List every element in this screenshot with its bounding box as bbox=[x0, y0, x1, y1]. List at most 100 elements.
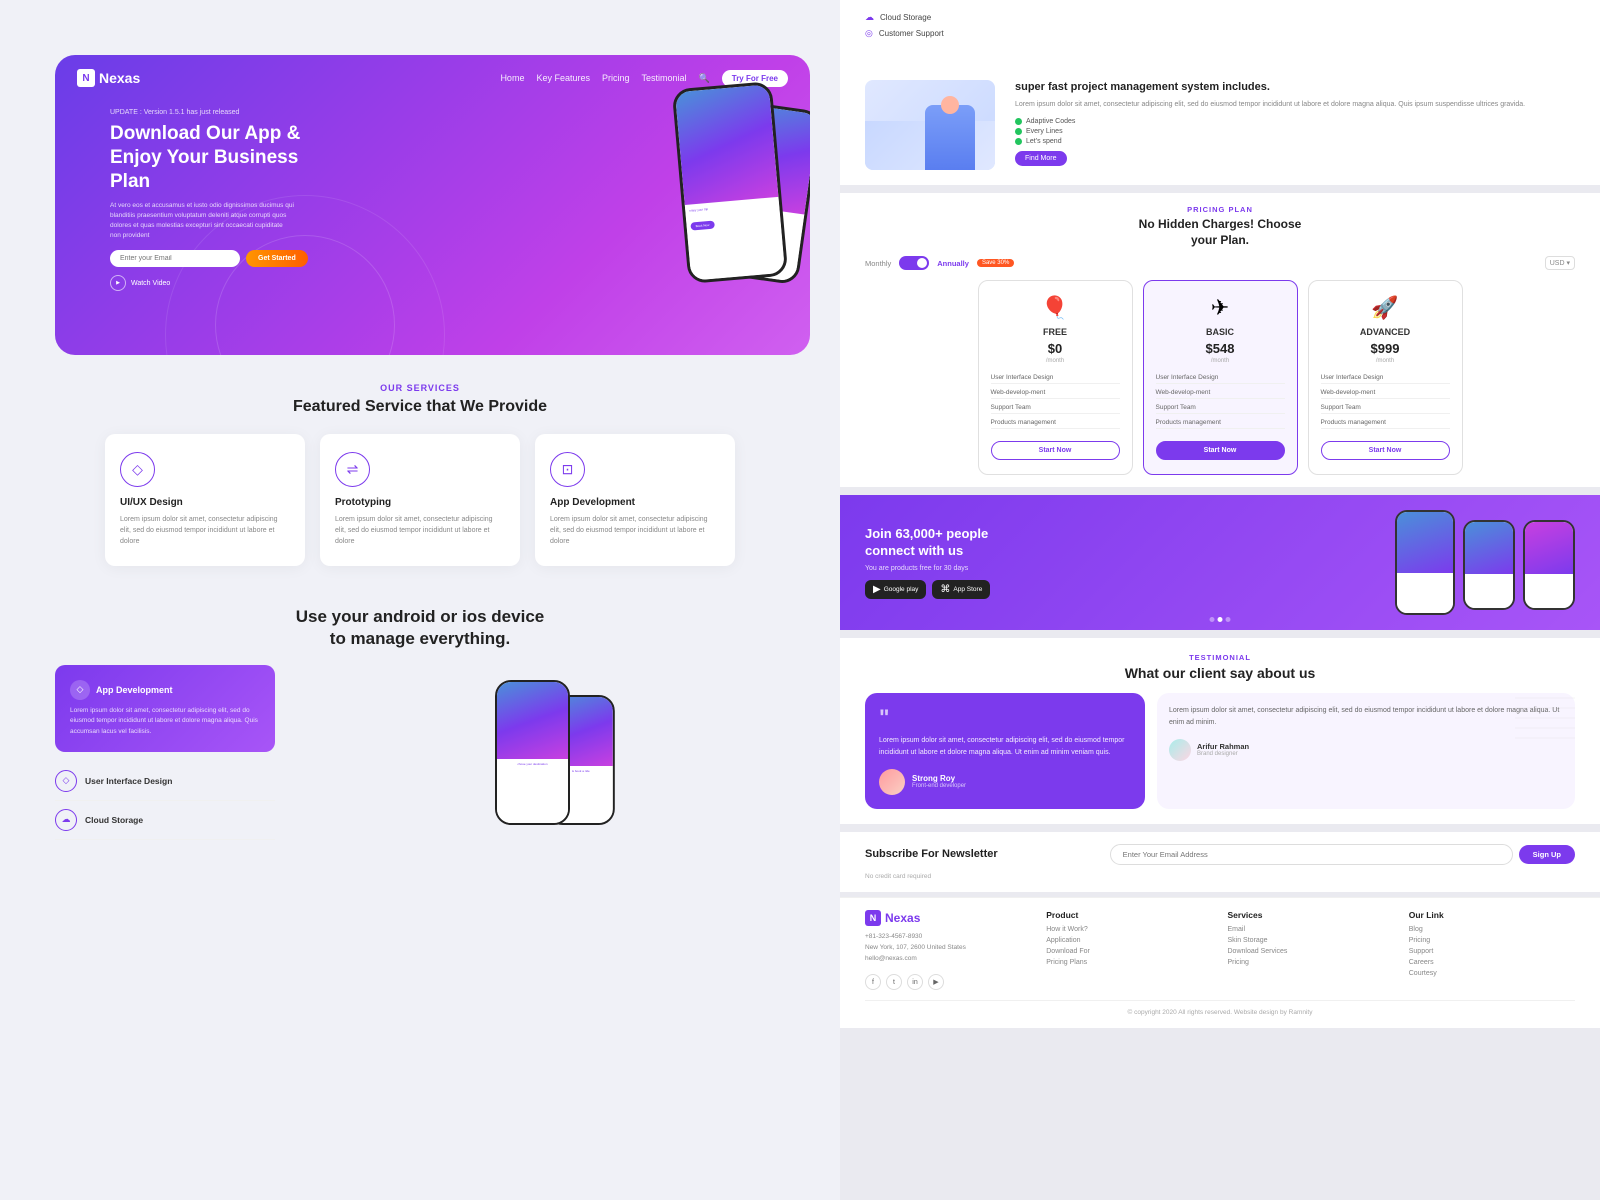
twitter-icon[interactable]: t bbox=[886, 974, 902, 990]
toggle-dot bbox=[917, 258, 927, 268]
footer-links-title: Our Link bbox=[1409, 910, 1575, 920]
check-label-3: Let's spend bbox=[1026, 138, 1062, 145]
annually-option[interactable]: Annually bbox=[937, 259, 969, 268]
watch-video-link[interactable]: ▶ Watch Video bbox=[110, 275, 810, 291]
newsletter-signup-btn[interactable]: Sign Up bbox=[1519, 845, 1575, 864]
app-download-sub: You are products free for 30 days bbox=[865, 565, 1375, 572]
advanced-start-btn[interactable]: Start Now bbox=[1321, 441, 1450, 460]
advanced-icon: 🚀 bbox=[1321, 295, 1450, 321]
services-link-3[interactable]: Pricing bbox=[1228, 959, 1394, 966]
footer-bottom: © copyright 2020 All rights reserved. We… bbox=[865, 1000, 1575, 1016]
product-link-3[interactable]: Pricing Plans bbox=[1046, 959, 1212, 966]
google-play-btn[interactable]: ▶ Google play bbox=[865, 580, 926, 599]
price-card-free: 🎈 FREE $0 /month User Interface Design W… bbox=[978, 280, 1133, 475]
cloud-storage-text: Cloud Storage bbox=[880, 13, 931, 22]
app-phone-side2 bbox=[1523, 520, 1575, 610]
nav-home[interactable]: Home bbox=[500, 73, 524, 83]
free-feat-3: Products management bbox=[991, 417, 1120, 429]
testimonial-main-text: Lorem ipsum dolor sit amet, consectetur … bbox=[879, 735, 1131, 759]
our-link-1[interactable]: Pricing bbox=[1409, 937, 1575, 944]
testimonial-side-card: Lorem ipsum dolor sit amet, consectetur … bbox=[1157, 693, 1575, 809]
footer-product-title: Product bbox=[1046, 910, 1212, 920]
services-link-1[interactable]: Skin Storage bbox=[1228, 937, 1394, 944]
ui-design-icon: ◇ bbox=[55, 770, 77, 792]
device-features: ◇ App Development Lorem ipsum dolor sit … bbox=[55, 665, 275, 840]
check-item-1: Adaptive Codes bbox=[1015, 118, 1575, 125]
project-image bbox=[865, 80, 995, 170]
feature-cloud: ☁ Cloud Storage bbox=[55, 801, 275, 840]
scroll-indicator bbox=[1210, 617, 1231, 622]
services-link-0[interactable]: Email bbox=[1228, 926, 1394, 933]
our-link-0[interactable]: Blog bbox=[1409, 926, 1575, 933]
youtube-icon[interactable]: ▶ bbox=[928, 974, 944, 990]
app-store-btn[interactable]: ⌘ App Store bbox=[932, 580, 990, 599]
currency-selector[interactable]: USD ▾ bbox=[1545, 256, 1575, 270]
footer-logo: N Nexas bbox=[865, 910, 1031, 926]
billing-toggle[interactable] bbox=[899, 256, 929, 270]
advanced-amount: $999 bbox=[1321, 341, 1450, 356]
decorative-lines bbox=[1515, 688, 1575, 748]
hero-title: Download Our App & Enjoy Your Business P… bbox=[110, 122, 310, 193]
side-author-avatar bbox=[1169, 739, 1191, 761]
scroll-dot-3 bbox=[1226, 617, 1231, 622]
product-link-0[interactable]: How it Work? bbox=[1046, 926, 1212, 933]
newsletter-section: Subscribe For Newsletter Sign Up No cred… bbox=[840, 832, 1600, 892]
project-title: super fast project management system inc… bbox=[1015, 80, 1575, 94]
check-label-1: Adaptive Codes bbox=[1026, 118, 1075, 125]
device-title: Use your android or ios deviceto manage … bbox=[55, 606, 785, 650]
basic-icon: ✈ bbox=[1156, 295, 1285, 321]
linkedin-icon[interactable]: in bbox=[907, 974, 923, 990]
product-link-2[interactable]: Download For bbox=[1046, 948, 1212, 955]
app-download-phones bbox=[1395, 510, 1575, 615]
services-section: OUR SERVICES Featured Service that We Pr… bbox=[0, 355, 840, 586]
scroll-dot-2 bbox=[1218, 617, 1223, 622]
free-feat-1: Web-develop-ment bbox=[991, 387, 1120, 399]
product-link-1[interactable]: Application bbox=[1046, 937, 1212, 944]
testimonial-side-text: Lorem ipsum dolor sit amet, consectetur … bbox=[1169, 705, 1563, 729]
free-icon: 🎈 bbox=[991, 295, 1120, 321]
free-period: /month bbox=[991, 358, 1120, 364]
appdev-name: App Development bbox=[550, 497, 720, 508]
main-author-avatar bbox=[879, 769, 905, 795]
footer-services-links: Email Skin Storage Download Services Pri… bbox=[1228, 926, 1394, 966]
monthly-option[interactable]: Monthly bbox=[865, 259, 891, 268]
email-input[interactable] bbox=[110, 250, 240, 267]
free-start-btn[interactable]: Start Now bbox=[991, 441, 1120, 460]
our-link-3[interactable]: Careers bbox=[1409, 959, 1575, 966]
uiux-icon: ◇ bbox=[120, 452, 155, 487]
get-started-button[interactable]: Get Started bbox=[246, 250, 308, 267]
footer-brand: N Nexas +81-323-4567-8930 New York, 107,… bbox=[865, 910, 1031, 990]
main-author-role: Front-end developer bbox=[912, 783, 966, 789]
app-phone-main-screen bbox=[1397, 512, 1453, 573]
facebook-icon[interactable]: f bbox=[865, 974, 881, 990]
check-item-3: Let's spend bbox=[1015, 138, 1575, 145]
find-more-button[interactable]: Find More bbox=[1015, 151, 1067, 166]
service-card-uiux: ◇ UI/UX Design Lorem ipsum dolor sit ame… bbox=[105, 434, 305, 566]
check-dot-1 bbox=[1015, 118, 1022, 125]
nav-features[interactable]: Key Features bbox=[536, 73, 590, 83]
footer-col-services: Services Email Skin Storage Download Ser… bbox=[1228, 910, 1394, 990]
app-store-label: App Store bbox=[953, 586, 982, 593]
testimonial-main-author: Strong Roy Front-end developer bbox=[879, 769, 1131, 795]
main-author-name: Strong Roy bbox=[912, 774, 966, 783]
newsletter-email-input[interactable] bbox=[1110, 844, 1513, 865]
newsletter-subtext: No credit card required bbox=[865, 873, 1575, 880]
footer-logo-icon: N bbox=[865, 910, 881, 926]
proto-icon: ⇌ bbox=[335, 452, 370, 487]
free-amount: $0 bbox=[991, 341, 1120, 356]
testimonial-cards: " Lorem ipsum dolor sit amet, consectetu… bbox=[865, 693, 1575, 809]
side-author-role: Brand designer bbox=[1197, 751, 1249, 757]
services-link-2[interactable]: Download Services bbox=[1228, 948, 1394, 955]
app-phone-side1-bottom bbox=[1465, 574, 1513, 608]
our-link-4[interactable]: Courtesy bbox=[1409, 970, 1575, 977]
main-author-info: Strong Roy Front-end developer bbox=[912, 774, 966, 789]
footer-phone: +81-323-4567-8930 bbox=[865, 931, 1031, 942]
footer-address: New York, 107, 2600 United States bbox=[865, 942, 1031, 953]
basic-start-btn[interactable]: Start Now bbox=[1156, 441, 1285, 460]
our-link-2[interactable]: Support bbox=[1409, 948, 1575, 955]
hero-update-text: UPDATE : Version 1.5.1 has just released bbox=[110, 109, 810, 116]
advanced-feat-3: Products management bbox=[1321, 417, 1450, 429]
app-phone-side1-screen bbox=[1465, 522, 1513, 574]
pricing-section: PRICING PLAN No Hidden Charges! Chooseyo… bbox=[840, 193, 1600, 487]
app-dev-feature-title: App Development bbox=[96, 685, 173, 695]
